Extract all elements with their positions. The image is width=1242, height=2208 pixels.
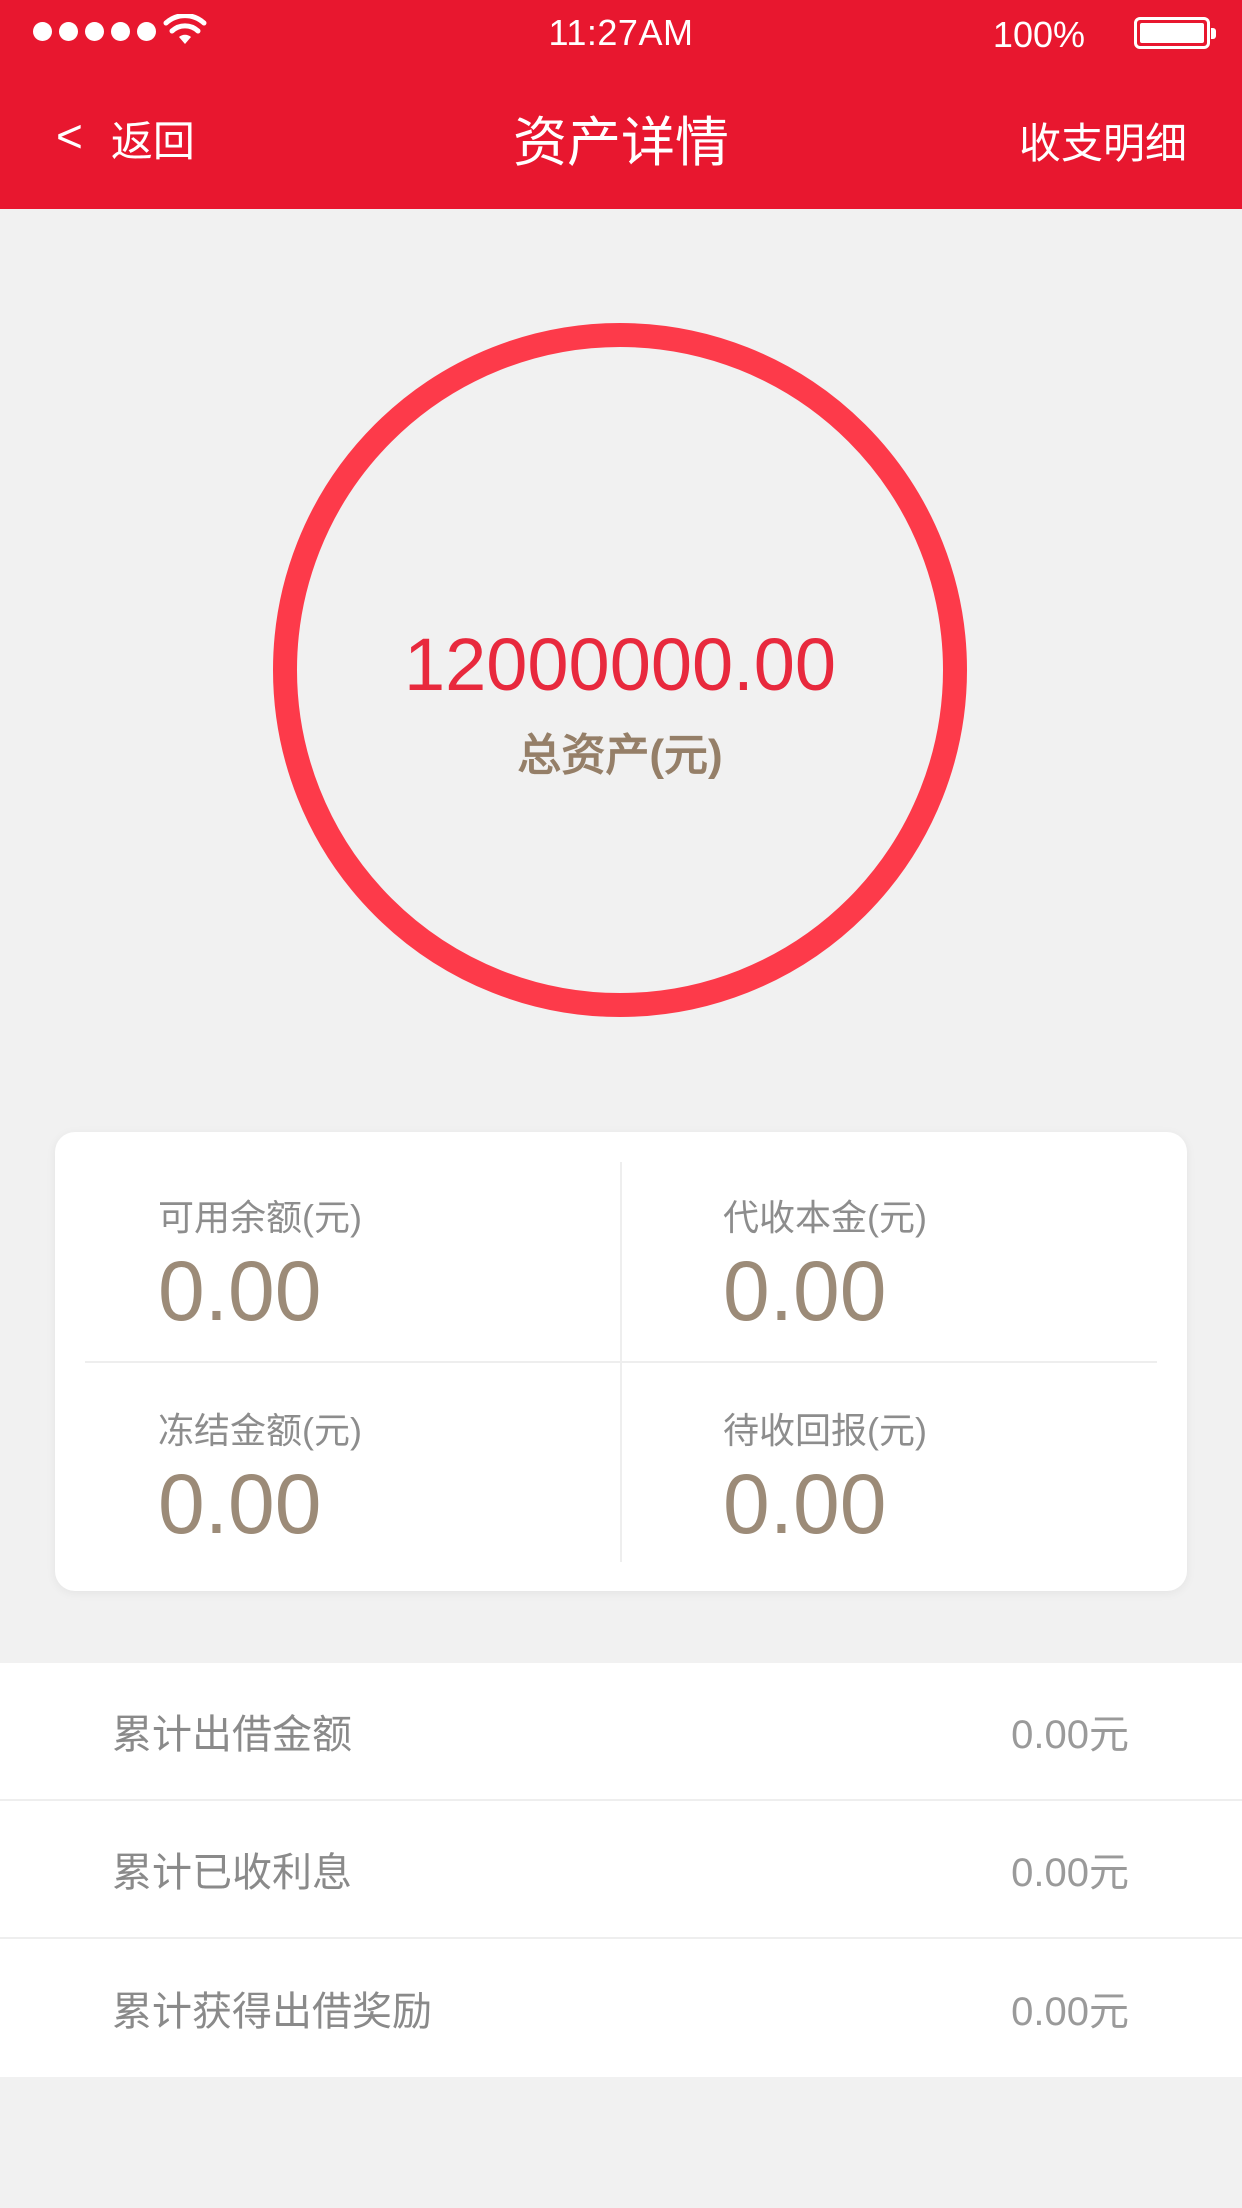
pending-return-label: 待收回报(元) xyxy=(723,1410,927,1451)
pending-principal-label: 代收本金(元) xyxy=(723,1197,927,1238)
battery-percent: 100% xyxy=(992,14,1085,55)
list-item: 累计已收利息 0.00元 xyxy=(0,1801,1242,1939)
battery-icon xyxy=(1134,17,1216,49)
transaction-details-button[interactable]: 收支明细 xyxy=(1019,110,1187,171)
pending-principal-cell: 代收本金(元) 0.00 xyxy=(723,1189,1223,1339)
asset-detail-page: 11:27AM 100% < 返回 资产详情 收支明细 12000000.00 … xyxy=(0,0,1242,2208)
frozen-amount-cell: 冻结金额(元) 0.00 xyxy=(158,1402,658,1552)
available-balance-label: 可用余额(元) xyxy=(158,1197,362,1238)
balance-card: 可用余额(元) 0.00 代收本金(元) 0.00 冻结金额(元) 0.00 待… xyxy=(55,1132,1187,1591)
back-button[interactable]: < 返回 xyxy=(56,108,195,169)
stat-value: 0.00元 xyxy=(1011,1713,1129,1757)
card-divider-horizontal xyxy=(85,1361,1157,1363)
stat-label: 累计获得出借奖励 xyxy=(112,1990,432,2034)
stat-label: 累计已收利息 xyxy=(112,1851,352,1895)
available-balance-cell: 可用余额(元) 0.00 xyxy=(158,1189,658,1339)
pending-principal-value: 0.00 xyxy=(723,1244,887,1338)
total-assets-label: 总资产(元) xyxy=(517,731,723,780)
header-bar: 11:27AM 100% < 返回 资产详情 收支明细 xyxy=(0,0,1242,209)
stat-label: 累计出借金额 xyxy=(112,1713,352,1757)
pending-return-cell: 待收回报(元) 0.00 xyxy=(723,1402,1223,1552)
total-assets-ring: 12000000.00 总资产(元) xyxy=(273,323,967,1017)
chevron-left-icon: < xyxy=(56,109,83,162)
list-item: 累计出借金额 0.00元 xyxy=(0,1663,1242,1801)
frozen-amount-value: 0.00 xyxy=(158,1457,322,1551)
frozen-amount-label: 冻结金额(元) xyxy=(158,1410,362,1451)
stat-value: 0.00元 xyxy=(1011,1990,1129,2034)
status-bar: 11:27AM 100% xyxy=(0,0,1242,64)
total-assets-amount: 12000000.00 xyxy=(403,623,837,706)
back-label: 返回 xyxy=(110,118,195,165)
list-item: 累计获得出借奖励 0.00元 xyxy=(0,1939,1242,2077)
stats-list: 累计出借金额 0.00元 累计已收利息 0.00元 累计获得出借奖励 0.00元 xyxy=(0,1663,1242,2077)
stat-value: 0.00元 xyxy=(1011,1851,1129,1895)
available-balance-value: 0.00 xyxy=(158,1244,322,1338)
pending-return-value: 0.00 xyxy=(723,1457,887,1551)
